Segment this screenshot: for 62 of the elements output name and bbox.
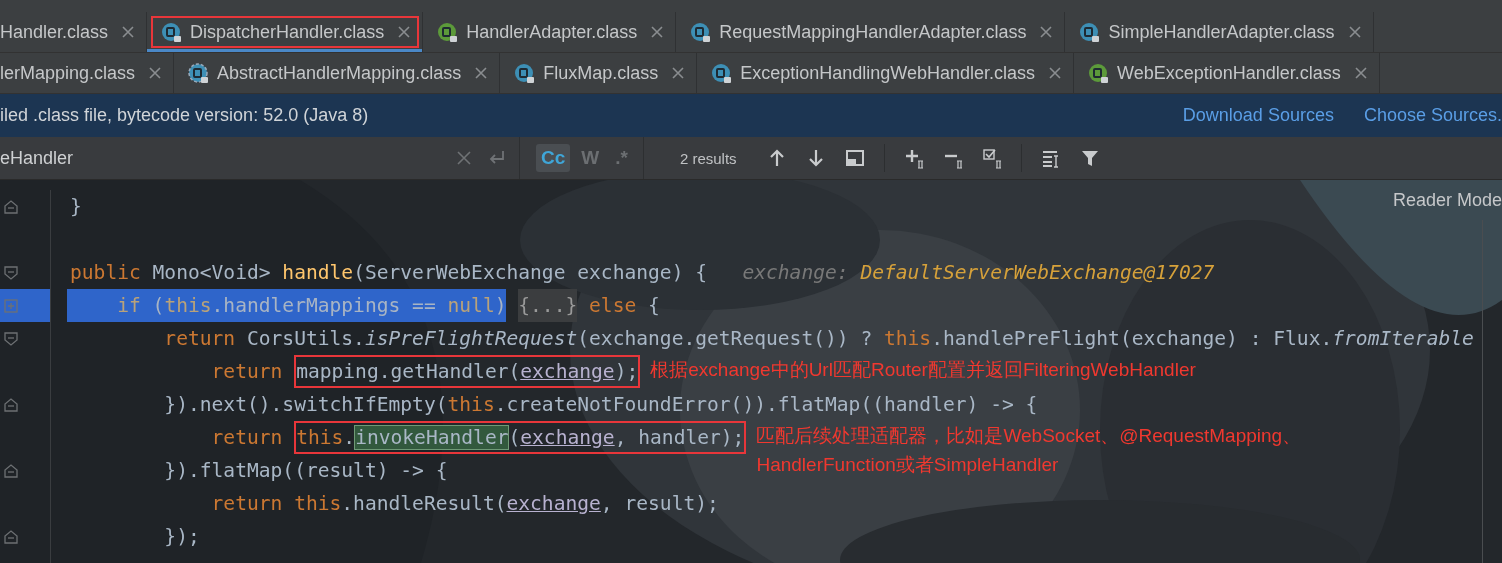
fold-close-icon[interactable] (4, 397, 18, 412)
code-text: public Mono<Void> handle(ServerWebExchange exchange) { exchange: DefaultServerWebExchange@17027 (70, 260, 1215, 286)
class-file-icon (1079, 21, 1101, 43)
class-file-icon (690, 21, 712, 43)
link[interactable]: Download Sources (1182, 105, 1334, 126)
interface-file-icon (1088, 62, 1110, 84)
fold-close-icon[interactable] (4, 463, 18, 478)
code-text: } (70, 194, 82, 220)
link[interactable]: Choose Sources. (1363, 105, 1502, 126)
window-icon[interactable] (844, 147, 865, 169)
code-text: }).next().switchIfEmpty(this.createNotFoundError()).flatMap((handler) -> { (163, 392, 1038, 418)
clear-icon[interactable] (457, 151, 471, 165)
annotation-text: 根据exchange中的Url匹配Router配置并返回FilteringWebHandler (650, 358, 1197, 382)
editor-tab[interactable]: DispatcherHandler.class (147, 12, 424, 52)
add-occurrence-icon[interactable] (903, 147, 924, 169)
code-text: mapping.getHandler(exchange); (296, 360, 639, 383)
fold-close-icon[interactable] (4, 529, 18, 544)
close-icon[interactable] (398, 26, 411, 38)
notification-text: iled .class file, bytecode version: 52.0 (Java 8) (0, 105, 369, 126)
code-text: return (210, 359, 284, 385)
close-icon[interactable] (651, 26, 664, 38)
close-icon[interactable] (475, 67, 488, 79)
close-icon[interactable] (122, 26, 135, 38)
code-text: }); (163, 524, 200, 550)
close-icon[interactable] (149, 67, 162, 79)
reader-mode-label[interactable]: Reader Mode (1392, 190, 1502, 211)
code-text: return CorsUtils.isPreFlightRequest(exchange.getRequest()) ? this.handlePreFlight(exchange) : Flux.fromIterable (163, 326, 1474, 352)
editor-tab[interactable]: FluxMap.class (500, 53, 698, 93)
editor-tab[interactable]: RequestMappingHandlerAdapter.class (676, 12, 1066, 52)
code-text: else { (588, 293, 660, 319)
code-text: }).flatMap((result) -> { (163, 458, 448, 484)
code-text: this. (296, 426, 356, 449)
editor-tab[interactable]: WebExceptionHandler.class (1074, 53, 1380, 93)
interface-file-icon (437, 21, 459, 43)
editor-tab[interactable]: AbstractHandlerMapping.class (174, 53, 501, 93)
editor-tab[interactable]: lerMapping.class (0, 53, 175, 93)
annotation-text: 匹配后续处理适配器，比如是WebSocket、@RequestMapping、HandlerFunction或者SimpleHandler (756, 424, 1303, 477)
close-icon[interactable] (1049, 67, 1062, 79)
editor-tab[interactable]: SimpleHandlerAdapter.class (1065, 12, 1374, 52)
code-text: return (210, 425, 284, 451)
fold-open-icon[interactable] (4, 331, 18, 346)
close-icon[interactable] (1348, 26, 1361, 38)
fold-open-icon[interactable] (4, 265, 18, 280)
close-icon[interactable] (1040, 26, 1053, 38)
code-text: if (this.handlerMappings == null) (116, 294, 507, 317)
folded-code[interactable]: {...} (518, 289, 578, 322)
class-file-icon (711, 62, 733, 84)
close-icon[interactable] (1354, 67, 1367, 79)
fold-close-icon[interactable] (4, 199, 18, 214)
abstract-class-file-icon (188, 62, 210, 84)
class-file-icon (514, 62, 536, 84)
close-icon[interactable] (672, 67, 685, 79)
search-field[interactable]: eHandler (0, 147, 441, 169)
editor-tab[interactable]: ExceptionHandlingWebHandler.class (697, 53, 1075, 93)
search-match: invokeHandler (355, 426, 509, 449)
editor-tab[interactable]: HandlerAdapter.class (423, 12, 677, 52)
code-text: return this.handleResult(exchange, result); (210, 491, 719, 517)
editor-tab[interactable]: Handler.class (0, 12, 148, 52)
results-count: 2 results (679, 149, 737, 167)
class-file-icon (161, 21, 183, 43)
code-text: (exchange, handler); (508, 426, 745, 449)
select-all-occurrences-icon[interactable] (981, 147, 1002, 169)
